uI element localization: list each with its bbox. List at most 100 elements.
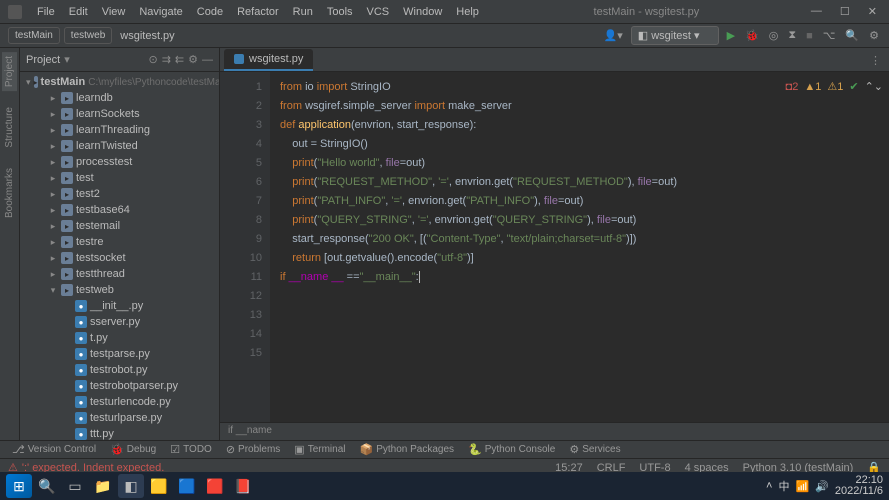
menu-view[interactable]: View: [95, 2, 133, 22]
editor-breadcrumb[interactable]: if __name: [220, 422, 889, 440]
breadcrumb-file[interactable]: wsgitest.py: [120, 30, 174, 42]
window-title: testMain - wsgitest.py: [486, 6, 807, 18]
run-config-select[interactable]: ◧ wsgitest ▾: [631, 26, 719, 45]
minimize-button[interactable]: —: [807, 3, 826, 20]
menu-vcs[interactable]: VCS: [360, 2, 397, 22]
taskbar-explorer[interactable]: 📁: [90, 474, 116, 498]
tray-chevron-icon[interactable]: ˄: [766, 480, 772, 492]
tray-clock[interactable]: 22:102022/11/6: [835, 475, 883, 497]
tree-item[interactable]: ●testparse.py: [20, 346, 219, 362]
rail-project[interactable]: Project: [2, 52, 17, 91]
start-button[interactable]: ⊞: [6, 474, 32, 498]
menu-tools[interactable]: Tools: [320, 2, 360, 22]
tree-item[interactable]: ▸▸learnSockets: [20, 106, 219, 122]
tree-item[interactable]: ▸▸test2: [20, 186, 219, 202]
tree-item[interactable]: ●t.py: [20, 330, 219, 346]
select-opened-icon[interactable]: ⊙: [148, 53, 157, 66]
add-config-icon[interactable]: 👤▾: [602, 27, 625, 44]
inspection-widget[interactable]: ◘2 ▲1 ⚠1 ✔ ⌃⌄: [786, 78, 883, 97]
rail-bookmarks[interactable]: Bookmarks: [2, 164, 17, 222]
maximize-button[interactable]: ☐: [836, 3, 854, 20]
editor-tabs: wsgitest.py ⋮: [220, 48, 889, 72]
tray-wifi-icon[interactable]: 📶: [795, 480, 809, 493]
tree-item[interactable]: ▸▸processtest: [20, 154, 219, 170]
breadcrumb-root[interactable]: testMain: [8, 27, 60, 44]
menu-navigate[interactable]: Navigate: [132, 2, 189, 22]
menu-code[interactable]: Code: [190, 2, 230, 22]
tree-item[interactable]: ●__init__.py: [20, 298, 219, 314]
taskbar-taskview[interactable]: ▭: [62, 474, 88, 498]
left-tool-rail: Project Structure Bookmarks: [0, 48, 20, 440]
hide-sidebar-icon[interactable]: —: [202, 54, 213, 66]
sidebar-settings-icon[interactable]: ⚙: [188, 53, 198, 66]
sidebar-header: Project▾ ⊙ ⇉ ⇇ ⚙ —: [20, 48, 219, 72]
tree-item[interactable]: ●testurlparse.py: [20, 410, 219, 426]
tree-item[interactable]: ●ttt.py: [20, 426, 219, 440]
sidebar-title: Project: [26, 54, 60, 66]
project-tree: ▾▸ testMain C:\myfiles\Pythoncode\testMa…: [20, 72, 219, 440]
menu-help[interactable]: Help: [449, 2, 486, 22]
tree-item[interactable]: ▾▸testweb: [20, 282, 219, 298]
menu-run[interactable]: Run: [286, 2, 320, 22]
bottom-tab-python-console[interactable]: 🐍 Python Console: [462, 441, 561, 458]
profile-button[interactable]: ⧗: [786, 27, 798, 44]
taskbar-pycharm[interactable]: ◧: [118, 474, 144, 498]
tab-wsgitest[interactable]: wsgitest.py: [224, 49, 313, 71]
search-icon[interactable]: 🔍: [843, 27, 861, 44]
python-file-icon: [234, 54, 244, 64]
taskbar-app[interactable]: 📕: [230, 474, 256, 498]
bottom-tool-tabs: ⎇ Version Control🐞 Debug☑ TODO⊘ Problems…: [0, 440, 889, 458]
taskbar-app[interactable]: 🟨: [146, 474, 172, 498]
git-icon[interactable]: ⌥: [821, 27, 838, 44]
expand-all-icon[interactable]: ⇉: [162, 53, 171, 66]
taskbar-app[interactable]: 🟦: [174, 474, 200, 498]
app-icon: [8, 5, 22, 19]
tree-item[interactable]: ▸▸testemail: [20, 218, 219, 234]
bottom-tab-version-control[interactable]: ⎇ Version Control: [6, 441, 102, 458]
taskbar-app[interactable]: 🟥: [202, 474, 228, 498]
run-button[interactable]: ▶: [725, 27, 737, 44]
tree-item[interactable]: ▸▸learnTwisted: [20, 138, 219, 154]
tray-volume-icon[interactable]: 🔊: [815, 480, 829, 493]
bottom-tab-python-packages[interactable]: 📦 Python Packages: [354, 441, 461, 458]
tree-item[interactable]: ▸▸testsocket: [20, 250, 219, 266]
code-editor[interactable]: ◘2 ▲1 ⚠1 ✔ ⌃⌄ from io import StringIOfro…: [270, 72, 889, 422]
tree-item[interactable]: ●testurlencode.py: [20, 394, 219, 410]
project-sidebar: Project▾ ⊙ ⇉ ⇇ ⚙ — ▾▸ testMain C:\myfile…: [20, 48, 220, 440]
collapse-all-icon[interactable]: ⇇: [175, 53, 184, 66]
menu-file[interactable]: File: [30, 2, 62, 22]
tray-ime[interactable]: 中: [778, 478, 789, 494]
bottom-tab-terminal[interactable]: ▣ Terminal: [288, 441, 351, 458]
tree-item[interactable]: ●testrobot.py: [20, 362, 219, 378]
bottom-tab-services[interactable]: ⚙ Services: [563, 441, 626, 458]
titlebar: FileEditViewNavigateCodeRefactorRunTools…: [0, 0, 889, 24]
tree-item[interactable]: ▸▸testre: [20, 234, 219, 250]
rail-structure[interactable]: Structure: [2, 103, 17, 152]
breadcrumb[interactable]: testweb: [64, 27, 112, 44]
tree-item[interactable]: ●testrobotparser.py: [20, 378, 219, 394]
tabs-menu-icon[interactable]: ⋮: [862, 50, 889, 71]
close-button[interactable]: ✕: [864, 3, 881, 20]
coverage-button[interactable]: ◎: [767, 27, 781, 44]
run-toolbar: 👤▾ ◧ wsgitest ▾ ▶ 🐞 ◎ ⧗ ■ ⌥ 🔍 ⚙: [602, 26, 881, 45]
stop-button[interactable]: ■: [804, 28, 815, 44]
menu-edit[interactable]: Edit: [62, 2, 95, 22]
menu-window[interactable]: Window: [396, 2, 449, 22]
tree-root[interactable]: ▾▸ testMain C:\myfiles\Pythoncode\testMa…: [20, 74, 219, 90]
tree-item[interactable]: ▸▸learnThreading: [20, 122, 219, 138]
debug-button[interactable]: 🐞: [743, 27, 761, 44]
nav-bar: testMain testweb wsgitest.py 👤▾ ◧ wsgite…: [0, 24, 889, 48]
tree-item[interactable]: ▸▸test: [20, 170, 219, 186]
tree-item[interactable]: ▸▸testthread: [20, 266, 219, 282]
tree-item[interactable]: ▸▸learndb: [20, 90, 219, 106]
bottom-tab-debug[interactable]: 🐞 Debug: [104, 441, 162, 458]
bottom-tab-problems[interactable]: ⊘ Problems: [220, 441, 286, 458]
tree-item[interactable]: ●sserver.py: [20, 314, 219, 330]
menu-refactor[interactable]: Refactor: [230, 2, 286, 22]
tab-label: wsgitest.py: [249, 53, 303, 65]
gutter: 123456789101112131415: [220, 72, 270, 422]
tree-item[interactable]: ▸▸testbase64: [20, 202, 219, 218]
settings-icon[interactable]: ⚙: [867, 27, 881, 44]
bottom-tab-todo[interactable]: ☑ TODO: [164, 441, 218, 458]
taskbar-search[interactable]: 🔍: [34, 474, 60, 498]
